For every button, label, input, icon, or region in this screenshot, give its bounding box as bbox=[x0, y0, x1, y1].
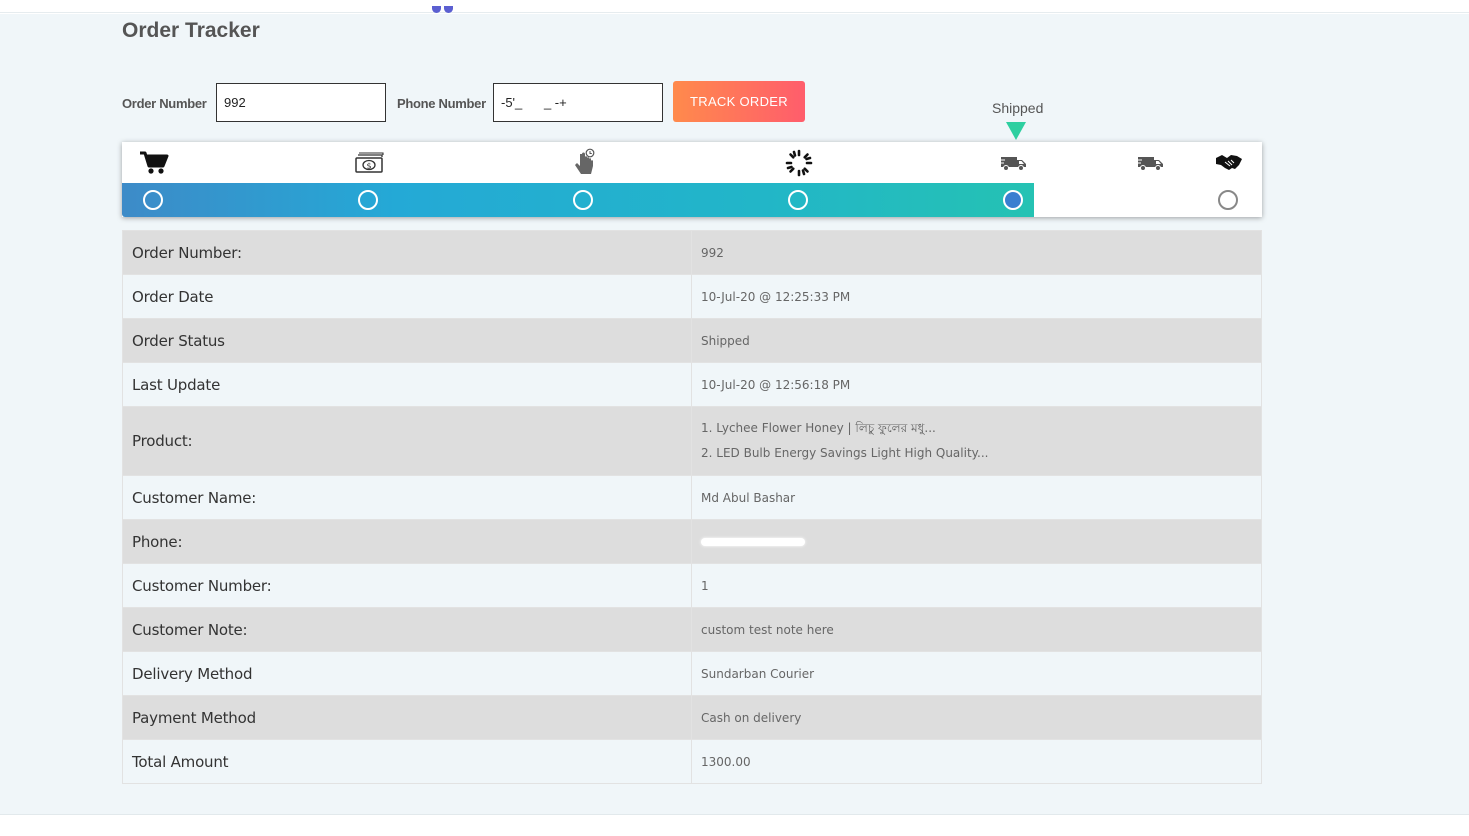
product-item[interactable]: 1. Lychee Flower Honey | লিচু ফুলের মধু.… bbox=[701, 416, 1261, 441]
current-status-arrow-icon bbox=[1006, 122, 1026, 140]
table-row: Payment Method Cash on delivery bbox=[122, 695, 1262, 740]
top-bar bbox=[0, 0, 1469, 13]
row-value: Sundarban Courier bbox=[691, 651, 1262, 696]
row-label: Order Date bbox=[122, 274, 692, 319]
table-row: Customer Note: custom test note here bbox=[122, 607, 1262, 652]
row-value: 1300.00 bbox=[691, 739, 1262, 784]
row-label: Product: bbox=[122, 406, 692, 476]
row-value: 1 bbox=[691, 563, 1262, 608]
table-row: Last Update 10-Jul-20 @ 12:56:18 PM bbox=[122, 362, 1262, 407]
step-dot-6 bbox=[1218, 190, 1238, 210]
row-label: Order Number: bbox=[122, 230, 692, 275]
phone-number-input[interactable] bbox=[493, 83, 663, 122]
table-row: Order Status Shipped bbox=[122, 318, 1262, 363]
product-item[interactable]: 2. LED Bulb Energy Savings Light High Qu… bbox=[701, 441, 1261, 466]
spinner-icon bbox=[783, 149, 815, 177]
handshake-icon bbox=[1213, 150, 1245, 176]
truck-icon bbox=[1135, 150, 1167, 176]
row-label: Customer Name: bbox=[122, 475, 692, 520]
row-label: Total Amount bbox=[122, 739, 692, 784]
table-row: Customer Name: Md Abul Bashar bbox=[122, 475, 1262, 520]
row-value: 10-Jul-20 @ 12:56:18 PM bbox=[691, 362, 1262, 407]
current-status-label: Shipped bbox=[992, 100, 1044, 116]
svg-text:$: $ bbox=[366, 162, 371, 171]
cart-icon bbox=[138, 150, 170, 176]
hand-pointer-icon bbox=[568, 148, 600, 176]
row-label: Customer Number: bbox=[122, 563, 692, 608]
table-row: Total Amount 1300.00 bbox=[122, 739, 1262, 784]
cash-icon: $ bbox=[353, 150, 385, 176]
order-progress-tracker: $ bbox=[122, 142, 1262, 217]
order-number-input[interactable] bbox=[216, 83, 386, 122]
step-dot-4 bbox=[788, 190, 808, 210]
row-label: Phone: bbox=[122, 519, 692, 564]
row-label: Delivery Method bbox=[122, 651, 692, 696]
table-row: Phone: bbox=[122, 519, 1262, 564]
table-row: Order Number: 992 bbox=[122, 230, 1262, 275]
row-value: custom test note here bbox=[691, 607, 1262, 652]
footer-strip bbox=[0, 814, 1469, 836]
table-row: Delivery Method Sundarban Courier bbox=[122, 651, 1262, 696]
product-list: 1. Lychee Flower Honey | লিচু ফুলের মধু.… bbox=[691, 406, 1262, 476]
track-order-button[interactable]: TRACK ORDER bbox=[673, 81, 805, 122]
table-row: Product: 1. Lychee Flower Honey | লিচু ফ… bbox=[122, 406, 1262, 476]
row-value: 10-Jul-20 @ 12:25:33 PM bbox=[691, 274, 1262, 319]
step-dot-2 bbox=[358, 190, 378, 210]
order-details-table: Order Number: 992 Order Date 10-Jul-20 @… bbox=[122, 230, 1262, 784]
row-label: Customer Note: bbox=[122, 607, 692, 652]
row-value: Shipped bbox=[691, 318, 1262, 363]
phone-value-redacted bbox=[691, 519, 1262, 564]
step-dot-1 bbox=[143, 190, 163, 210]
table-row: Customer Number: 1 bbox=[122, 563, 1262, 608]
row-label: Last Update bbox=[122, 362, 692, 407]
page-title: Order Tracker bbox=[122, 19, 260, 42]
truck-icon bbox=[998, 150, 1030, 176]
row-value: Cash on delivery bbox=[691, 695, 1262, 740]
row-value: 992 bbox=[691, 230, 1262, 275]
redaction-mark bbox=[701, 537, 805, 546]
order-number-label: Order Number bbox=[122, 96, 207, 111]
step-dot-5-current bbox=[1003, 190, 1023, 210]
phone-number-label: Phone Number bbox=[397, 96, 486, 111]
row-label: Order Status bbox=[122, 318, 692, 363]
table-row: Order Date 10-Jul-20 @ 12:25:33 PM bbox=[122, 274, 1262, 319]
step-dot-3 bbox=[573, 190, 593, 210]
row-value: Md Abul Bashar bbox=[691, 475, 1262, 520]
row-label: Payment Method bbox=[122, 695, 692, 740]
